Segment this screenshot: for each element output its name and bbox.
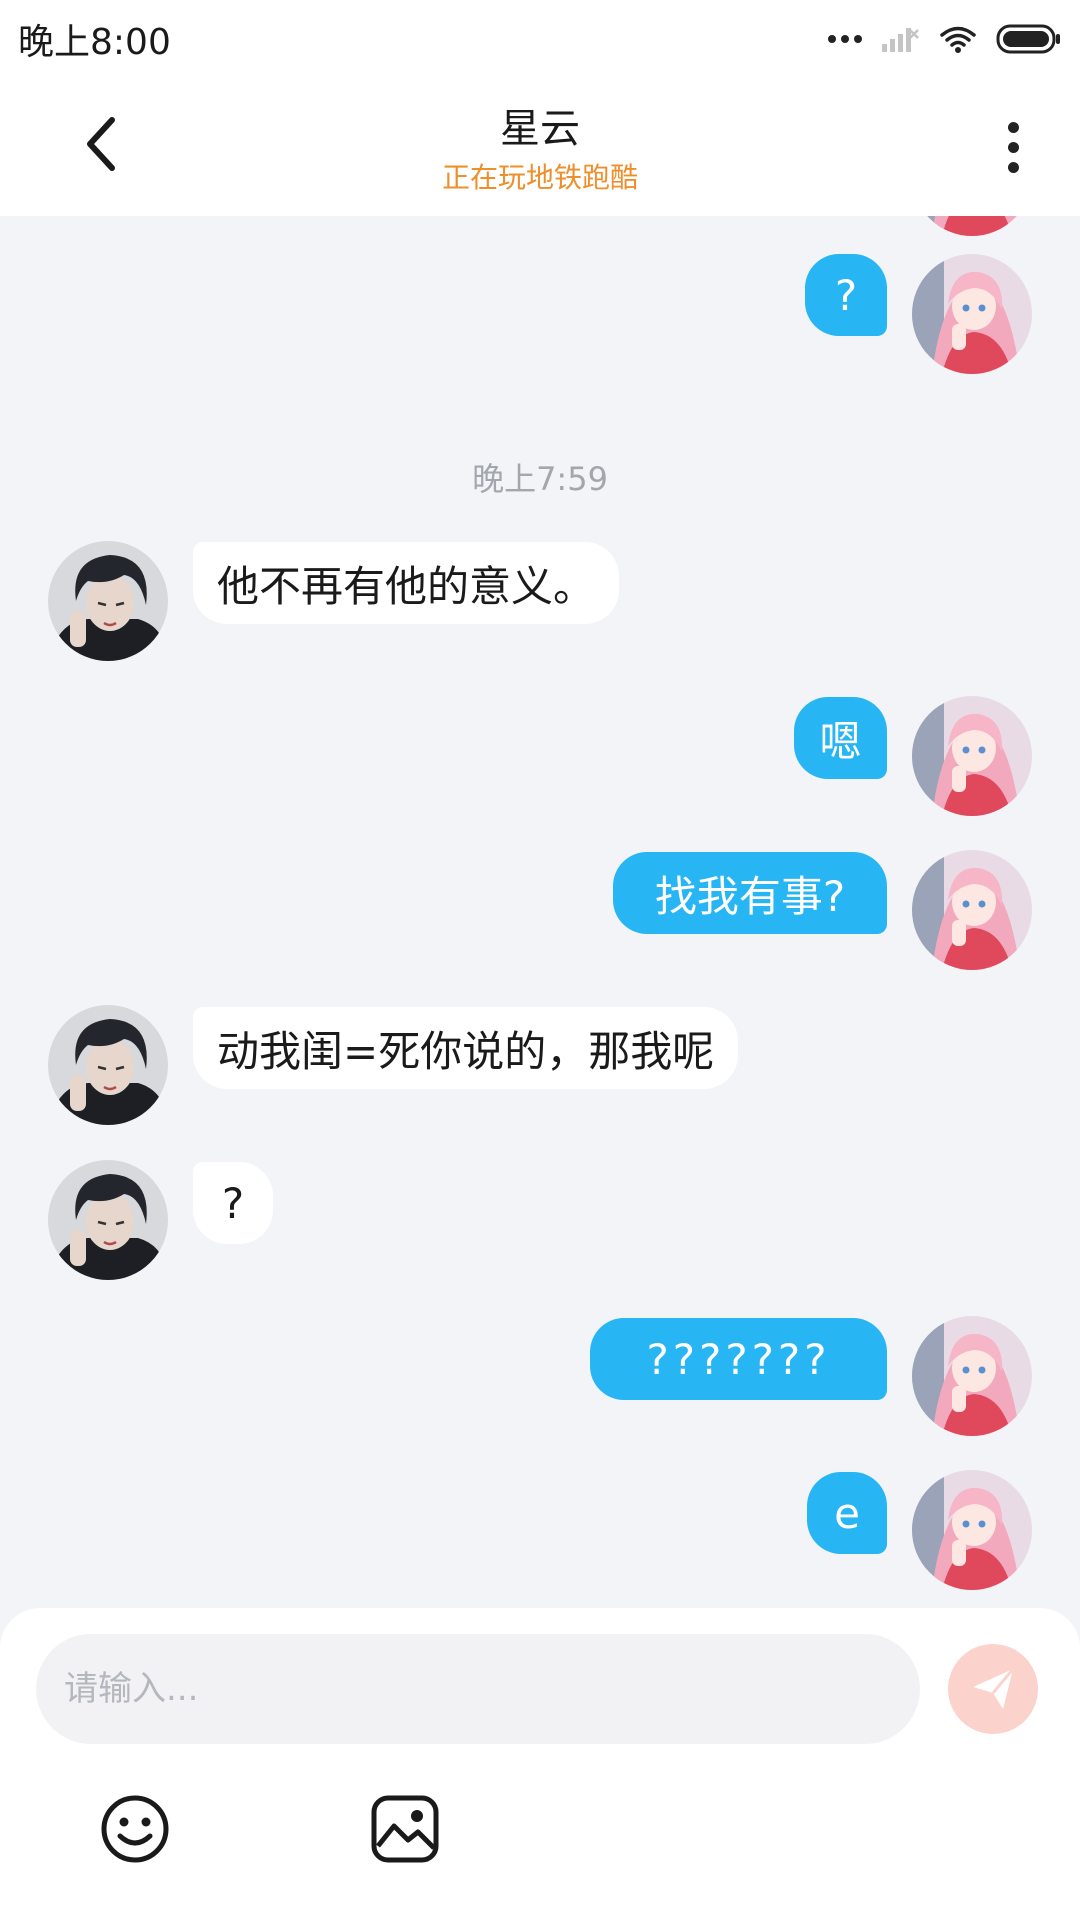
contact-status: 正在玩地铁跑酷 <box>441 161 638 194</box>
input-panel <box>0 1608 1080 1920</box>
smiley-icon <box>101 1795 169 1863</box>
status-time: 晚上8:00 <box>18 22 171 63</box>
message-bubble-sent[interactable]: 嗯 <box>794 697 887 779</box>
avatar[interactable] <box>48 1005 168 1125</box>
timestamp: 晚上7:59 <box>472 460 608 498</box>
contact-name: 星云 <box>500 106 580 152</box>
signal-icon <box>882 28 919 52</box>
message-bubble-received[interactable]: 动我闺=死你说的，那我呢 <box>193 1007 739 1089</box>
avatar[interactable] <box>912 1316 1032 1436</box>
status-icons <box>828 23 1062 55</box>
avatar[interactable] <box>48 1160 168 1280</box>
message-bubble-received[interactable]: ? <box>193 1162 273 1244</box>
battery-icon <box>996 24 1060 54</box>
image-button[interactable] <box>368 1792 442 1866</box>
chat-header: 星云 正在玩地铁跑酷 <box>0 78 1080 216</box>
message-list[interactable]: ? 晚上7:59 他不再有他的意义。 嗯 找我有事? 动我闺=死你说的，那我呢 … <box>0 216 1080 1606</box>
message-bubble-sent[interactable]: e <box>807 1472 887 1554</box>
wifi-icon <box>940 26 976 53</box>
more-button[interactable] <box>990 114 1036 180</box>
avatar[interactable] <box>912 1470 1032 1590</box>
avatar[interactable] <box>912 216 1032 236</box>
avatar[interactable] <box>912 850 1032 970</box>
avatar[interactable] <box>912 254 1032 374</box>
emoji-button[interactable] <box>98 1792 172 1866</box>
paper-plane-icon <box>973 1668 1015 1709</box>
image-icon <box>371 1795 439 1863</box>
more-vertical-icon <box>1007 121 1019 133</box>
message-bubble-received[interactable]: 他不再有他的意义。 <box>193 542 620 624</box>
avatar[interactable] <box>48 541 168 661</box>
status-bar: 晚上8:00 <box>0 0 1080 78</box>
avatar[interactable] <box>912 696 1032 816</box>
message-bubble-sent[interactable]: ??????? <box>590 1318 887 1400</box>
message-bubble-sent[interactable]: 找我有事? <box>613 852 887 934</box>
dots-icon <box>828 35 862 43</box>
message-bubble-sent[interactable]: ? <box>805 254 887 336</box>
send-button[interactable] <box>948 1644 1038 1734</box>
message-input[interactable] <box>36 1634 920 1744</box>
